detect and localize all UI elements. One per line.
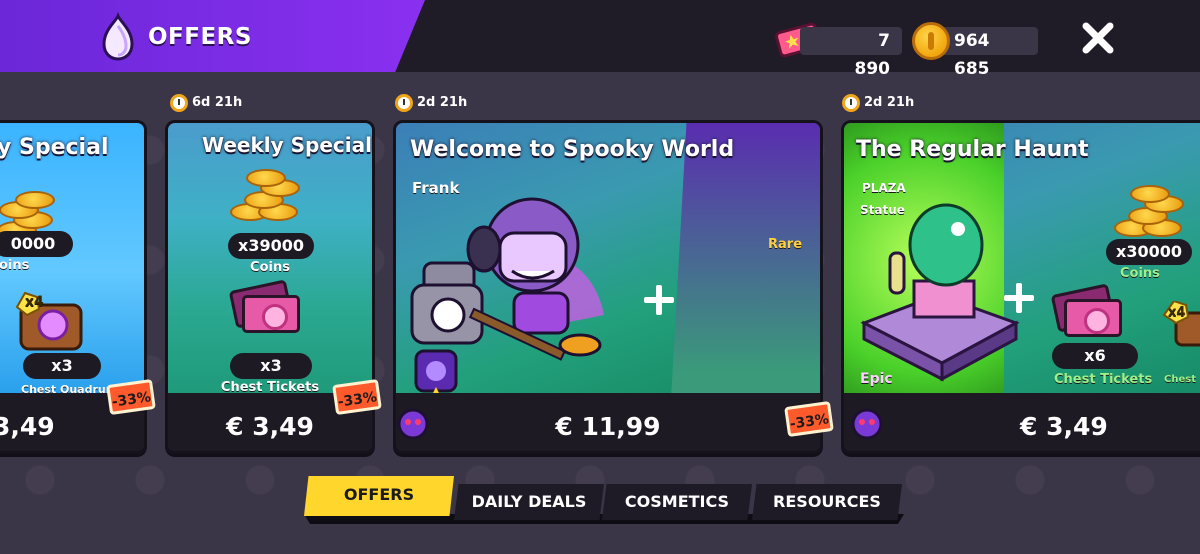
card-footer: € 11,99 [396, 393, 820, 451]
discount-badge: -33% [784, 400, 834, 438]
tab-resources[interactable]: RESOURCES [752, 484, 902, 520]
price: € 3,49 [1020, 412, 1108, 441]
tab-offers[interactable]: OFFERS [304, 476, 454, 516]
offer-card-regular-haunt[interactable]: The Regular Haunt PLAZA Statue Epic x300… [841, 120, 1200, 454]
tab-cosmetics[interactable]: COSMETICS [602, 484, 752, 520]
offer-card-spooky-world[interactable]: Welcome to Spooky World Frank Rare € 11,… [393, 120, 823, 454]
pin-icon [414, 349, 458, 393]
coin-icon [912, 22, 950, 60]
quadrupler-badge: x4 [1168, 305, 1186, 320]
coins-label: Coins [250, 260, 290, 275]
discount-badge: -33% [106, 378, 156, 416]
plus-icon [1004, 283, 1034, 313]
coins-stack-icon [1114, 183, 1186, 243]
coins-balance-value: 964 685 [954, 31, 990, 79]
clock-icon [170, 94, 188, 112]
coins-qty: 0000 [0, 231, 73, 257]
rarity-label: Rare [768, 237, 803, 252]
clock-icon [842, 94, 860, 112]
offer-title: y Special [0, 135, 109, 160]
offer-title: The Regular Haunt [856, 137, 1089, 162]
plaza-statue-art [860, 203, 1020, 382]
coins-label: Coins [1120, 266, 1160, 281]
timer-spooky: 2d 21h [395, 93, 467, 113]
page-title: OFFERS [148, 24, 252, 50]
chest-ticket-icon [1050, 283, 1124, 339]
timer-text: 2d 21h [864, 95, 915, 110]
onion-icon [102, 12, 134, 61]
tab-daily-deals[interactable]: DAILY DEALS [454, 484, 604, 520]
clock-icon [395, 94, 413, 112]
card-footer: € 3,49 [844, 393, 1200, 451]
rare-panel [671, 123, 820, 399]
timer-haunt: 2d 21h [842, 93, 914, 113]
discount-badge: -33% [332, 378, 382, 416]
price: € 11,99 [555, 412, 661, 441]
coins-label: oins [0, 258, 30, 273]
coins-qty: x39000 [228, 233, 314, 259]
quadrupler-label: Chest Q [1164, 374, 1200, 385]
spooky-event-icon [851, 408, 883, 440]
rarity-label: Epic [860, 371, 893, 387]
chest-tickets-qty: x6 [1052, 343, 1138, 369]
coins-stack-icon [230, 167, 302, 227]
chest-ticket-icon [228, 279, 302, 335]
chest-tickets-qty: x3 [230, 353, 312, 379]
plus-icon [644, 285, 674, 315]
quadrupler-badge: x4 [25, 294, 44, 310]
frank-brawler-art [410, 197, 604, 361]
timer-text: 6d 21h [192, 95, 243, 110]
quadrupler-qty: x3 [23, 353, 101, 379]
offer-title: Weekly Special [202, 133, 372, 157]
timer-weekly: 6d 21h [170, 93, 242, 113]
coins-qty: x30000 [1106, 239, 1192, 265]
close-button[interactable] [1078, 18, 1118, 58]
offer-title: Welcome to Spooky World [410, 137, 735, 162]
tickets-balance: 7 890 [800, 27, 902, 79]
spooky-event-icon [397, 408, 429, 440]
chest-tickets-label: Chest Tickets [1054, 372, 1153, 387]
timer-text: 2d 21h [417, 95, 468, 110]
